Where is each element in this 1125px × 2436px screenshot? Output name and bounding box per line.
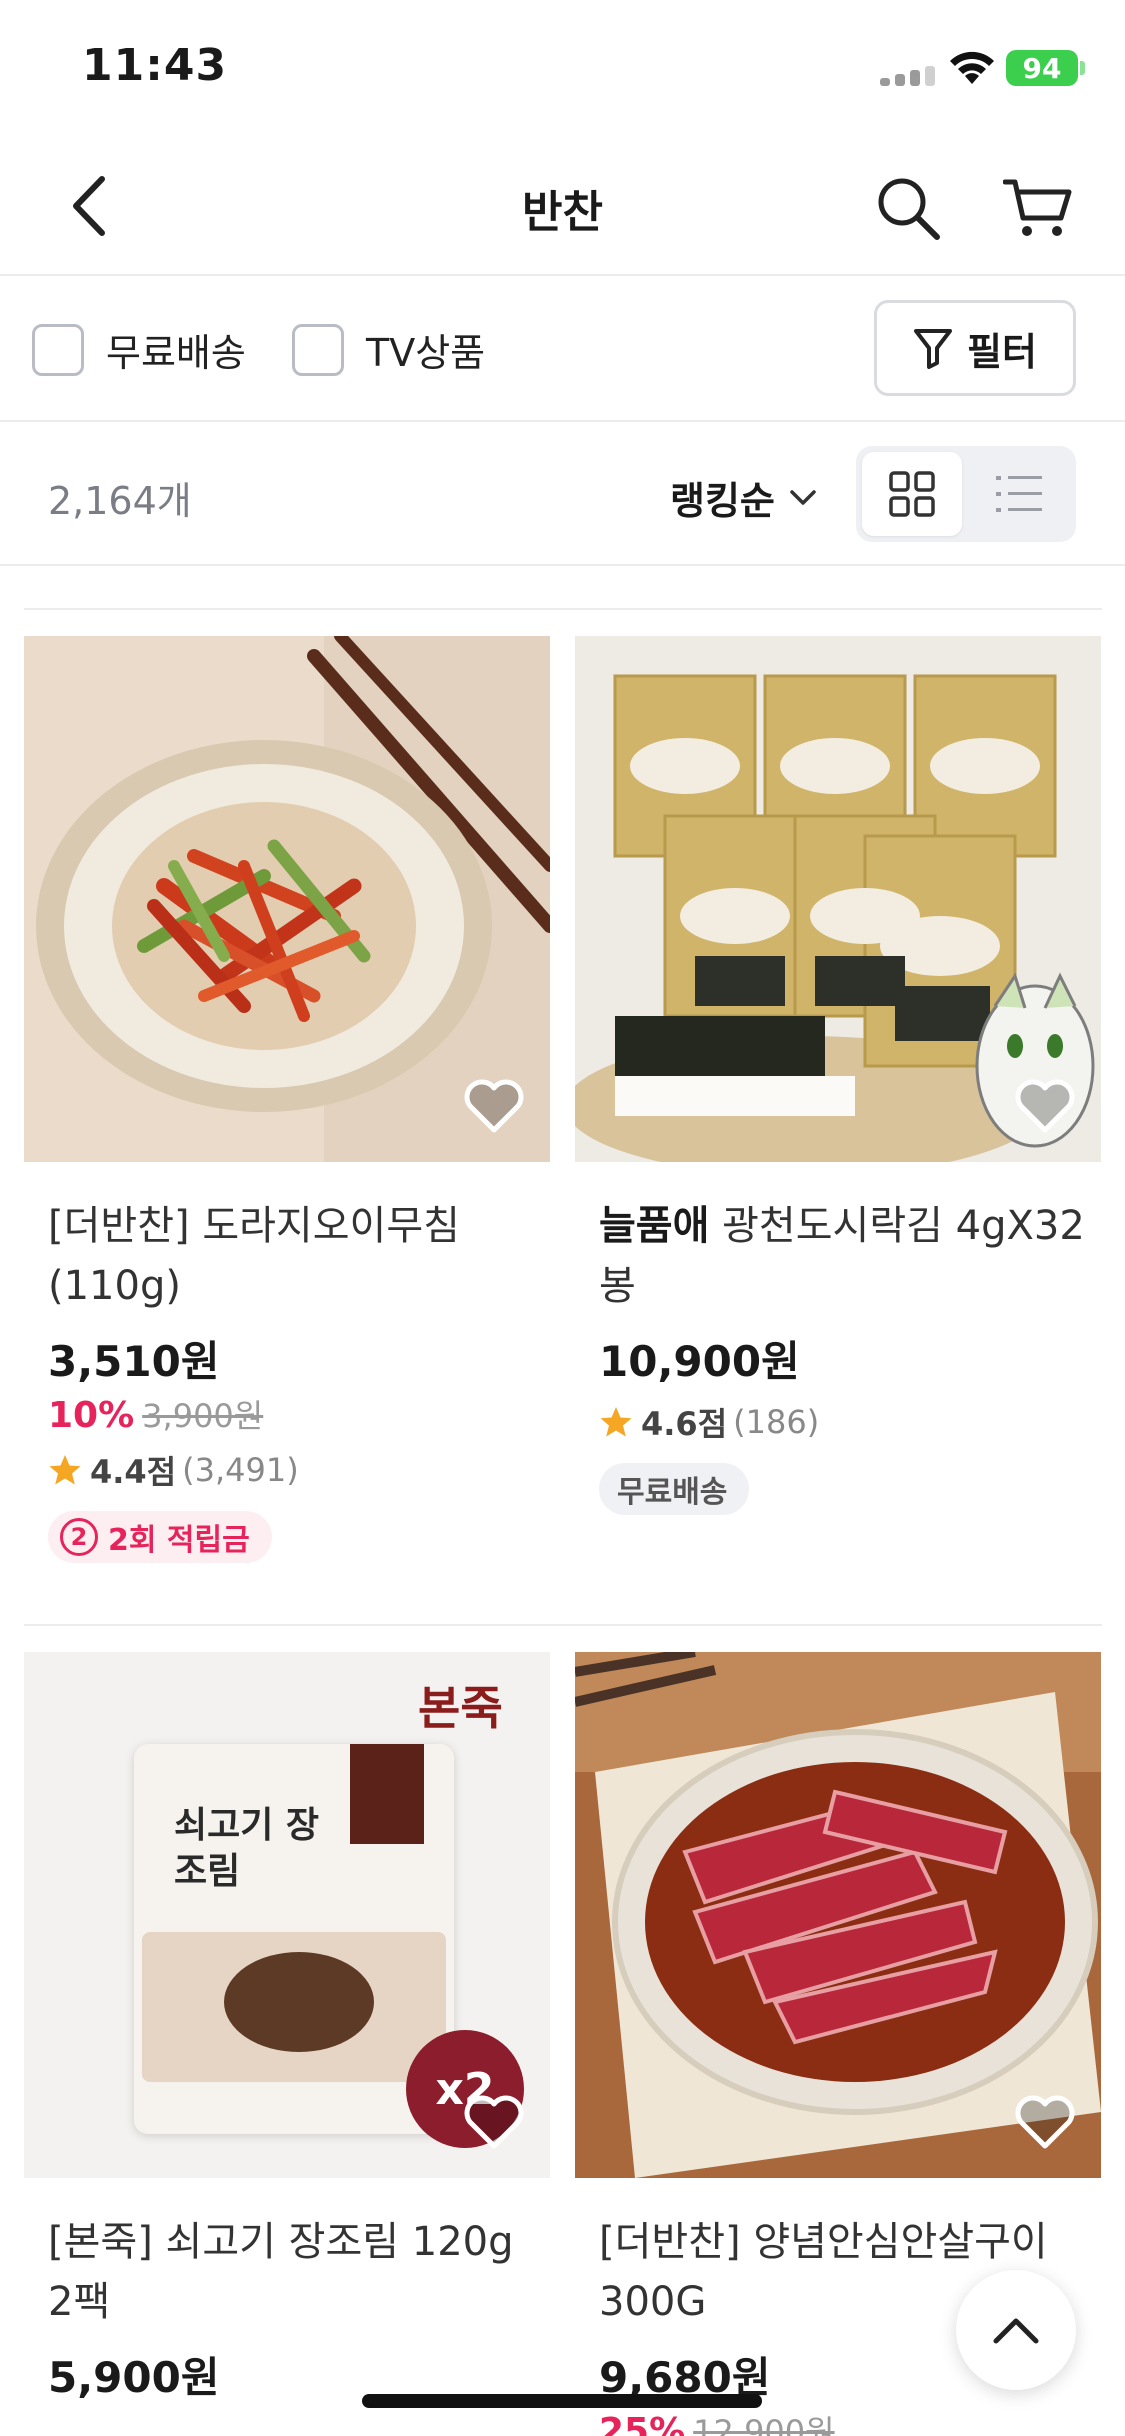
- package-label: [350, 1744, 424, 1844]
- product-price: 3,510원: [48, 1337, 220, 1386]
- product-price: 10,900원: [599, 1337, 800, 1386]
- product-card[interactable]: [더반찬] 도라지오이무침 (110g) 3,510원 10% 3,900원 4.…: [24, 636, 550, 1563]
- signal-icon: [880, 64, 936, 86]
- cart-icon[interactable]: [996, 168, 1080, 248]
- product-image[interactable]: [575, 636, 1101, 1162]
- chevron-down-icon: [790, 489, 816, 505]
- product-name[interactable]: [더반찬] 도라지오이무침 (110g): [24, 1196, 550, 1316]
- status-time: 11:43: [82, 40, 228, 91]
- tv-products-checkbox[interactable]: TV상품: [292, 322, 485, 377]
- heart-icon[interactable]: [462, 1076, 526, 1136]
- image-product-text: 쇠고기 장조림: [174, 1804, 320, 1892]
- battery-tip: [1080, 61, 1085, 75]
- rating-score: 4.6점: [641, 1405, 728, 1443]
- product-name[interactable]: 늘품애 광천도시락김 4gX32봉: [575, 1196, 1101, 1316]
- discount-rate: 25%: [599, 2411, 686, 2436]
- filter-button[interactable]: 필터: [874, 300, 1076, 396]
- review-count: (3,491): [182, 1451, 299, 1489]
- search-icon[interactable]: [868, 168, 948, 248]
- image-brand-text: 본죽: [418, 1681, 503, 1735]
- tv-products-label: TV상품: [366, 331, 486, 375]
- product-name[interactable]: [본죽] 쇠고기 장조림 120g 2팩: [24, 2212, 550, 2332]
- grid-view-icon[interactable]: [862, 452, 962, 536]
- heart-icon[interactable]: [1013, 2092, 1077, 2152]
- scroll-to-top-button[interactable]: [956, 2270, 1076, 2390]
- result-count: 2,164개: [48, 479, 192, 523]
- review-count: (186): [733, 1403, 820, 1441]
- free-shipping-badge: 무료배송: [599, 1463, 750, 1515]
- divider: [24, 608, 1102, 610]
- product-card[interactable]: 본죽 쇠고기 장조림 x2 [본죽] 쇠고기 장조림 120g 2팩 5,900…: [24, 1652, 550, 2405]
- points-icon: 2: [60, 1518, 98, 1556]
- page-title: 반찬: [522, 187, 603, 238]
- product-image[interactable]: [575, 1652, 1101, 2178]
- discount-row: 25% 12,900원: [575, 2407, 1101, 2436]
- home-indicator: [362, 2394, 762, 2408]
- product-image[interactable]: 본죽 쇠고기 장조림 x2: [24, 1652, 550, 2178]
- discount-rate: 10%: [48, 1395, 135, 1436]
- product-card[interactable]: 늘품애 광천도시락김 4gX32봉 10,900원 4.6점 (186) 무료배…: [575, 636, 1101, 1515]
- star-icon: [600, 1407, 632, 1437]
- rating-row: 4.4점 (3,491): [24, 1447, 550, 1493]
- heart-icon[interactable]: [462, 2092, 526, 2152]
- rating-score: 4.4점: [90, 1453, 177, 1491]
- status-bar: 11:43 94: [0, 0, 1125, 140]
- free-shipping-label: 무료배송: [106, 331, 246, 375]
- wifi-icon: [948, 48, 996, 88]
- original-price: 12,900원: [693, 2413, 835, 2436]
- divider: [24, 1624, 1102, 1626]
- points-badge-label: 2회 적립금: [108, 1523, 250, 1558]
- sort-dropdown[interactable]: 랭킹순: [670, 470, 817, 525]
- rating-row: 4.6점 (186): [575, 1399, 1101, 1445]
- chevron-up-icon: [993, 2318, 1039, 2344]
- product-brand: 늘품애: [599, 1203, 710, 1249]
- original-price: 3,900원: [142, 1397, 264, 1435]
- filter-funnel-icon: [914, 329, 953, 369]
- checkbox-box[interactable]: [292, 323, 344, 376]
- checkbox-box[interactable]: [32, 323, 84, 376]
- free-shipping-checkbox[interactable]: 무료배송: [32, 322, 246, 377]
- sort-row: 2,164개 랭킹순: [0, 424, 1125, 566]
- sort-label: 랭킹순: [670, 479, 775, 523]
- filter-row: 무료배송 TV상품 필터: [0, 278, 1125, 422]
- points-badge: 2 2회 적립금: [48, 1511, 272, 1563]
- star-icon: [49, 1455, 81, 1485]
- top-nav-bar: 반찬: [0, 140, 1125, 276]
- filter-button-label: 필터: [967, 329, 1037, 374]
- discount-row: 10% 3,900원: [24, 1391, 550, 1437]
- heart-icon[interactable]: [1013, 1076, 1077, 1136]
- product-image[interactable]: [24, 636, 550, 1162]
- product-name-text: [본죽] 쇠고기 장조림 120g 2팩: [48, 2219, 514, 2325]
- view-toggle: [856, 446, 1076, 542]
- package-dish: [224, 1952, 374, 2052]
- battery-indicator: 94: [1006, 50, 1078, 86]
- product-name-text: [더반찬] 도라지오이무침 (110g): [48, 1203, 460, 1309]
- list-view-icon[interactable]: [970, 452, 1070, 536]
